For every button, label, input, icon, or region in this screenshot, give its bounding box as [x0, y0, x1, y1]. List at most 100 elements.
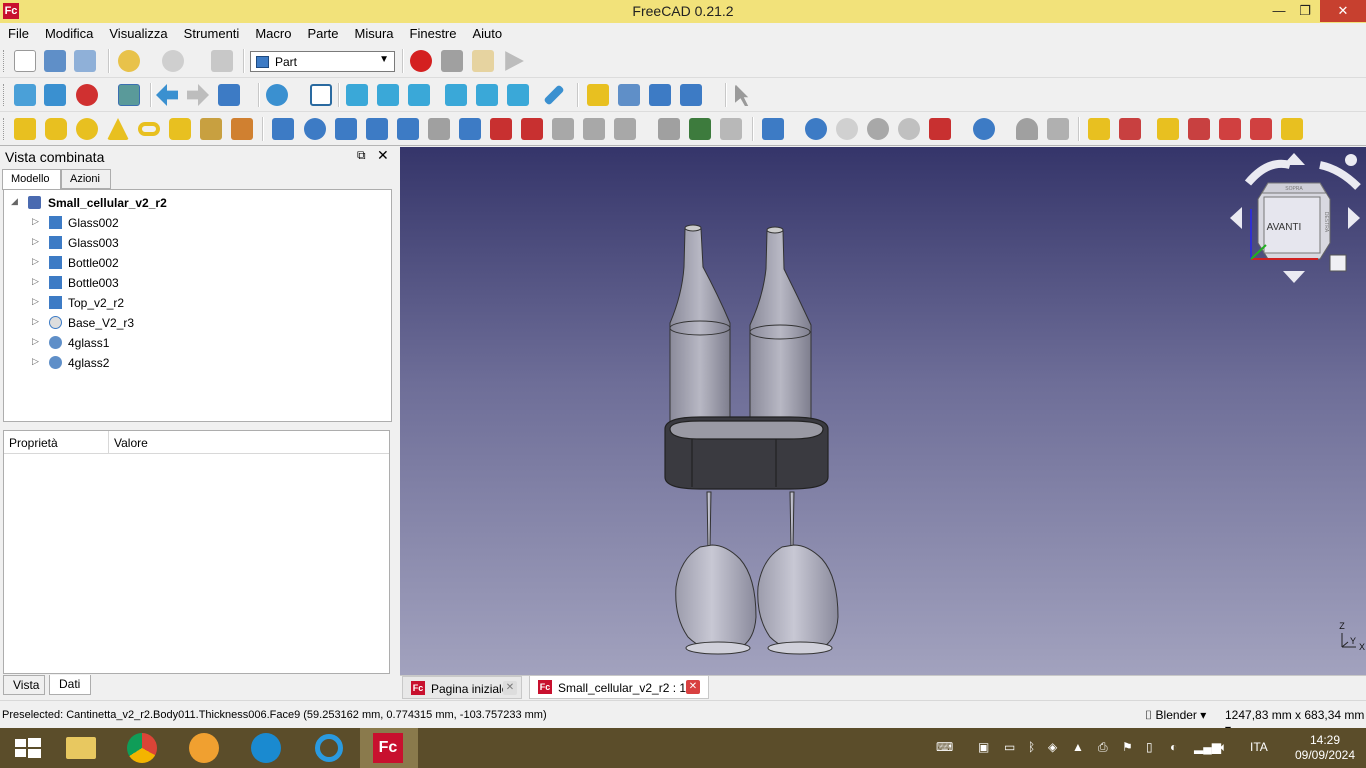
menu-strumenti[interactable]: Strumenti: [176, 23, 248, 44]
keyboard-icon[interactable]: ⌨: [936, 740, 953, 754]
edit-macro-icon[interactable]: [472, 50, 494, 72]
network-icon[interactable]: ▂▄▆: [1194, 740, 1221, 754]
loft-icon[interactable]: [490, 118, 512, 140]
property-column-header[interactable]: Proprietà: [9, 436, 58, 450]
projection-icon[interactable]: [689, 118, 711, 140]
boolean-icon[interactable]: [805, 118, 827, 140]
menu-macro[interactable]: Macro: [247, 23, 299, 44]
display-icon[interactable]: ▭: [1004, 740, 1015, 754]
run-macro-icon[interactable]: [505, 51, 524, 71]
join-features-icon[interactable]: [929, 118, 951, 140]
close-tab-icon[interactable]: ✕: [503, 681, 517, 695]
fit-all-icon[interactable]: [14, 84, 36, 106]
defeaturing-icon[interactable]: [1047, 118, 1069, 140]
splitting-tools-icon[interactable]: [973, 118, 995, 140]
toggle-delta-icon[interactable]: [1281, 118, 1303, 140]
maximize-button[interactable]: ❐: [1290, 0, 1320, 22]
clock[interactable]: 14:29 09/09/2024: [1290, 733, 1360, 763]
toolbar-grip[interactable]: [3, 50, 6, 72]
file-explorer-button[interactable]: [52, 728, 110, 768]
cut-icon[interactable]: [836, 118, 858, 140]
navigation-style-selector[interactable]: ⌷ Blender ▾: [1145, 708, 1206, 723]
chrome-button[interactable]: [114, 728, 172, 768]
chamfer-icon[interactable]: [397, 118, 419, 140]
flag-icon[interactable]: ⚑: [1122, 740, 1133, 754]
right-view-icon[interactable]: [408, 84, 430, 106]
compound-tools-icon[interactable]: [762, 118, 784, 140]
warning-icon[interactable]: ▲: [1072, 740, 1084, 754]
menu-modifica[interactable]: Modifica: [37, 23, 101, 44]
expand-arrow-icon[interactable]: ▷: [32, 236, 39, 247]
rear-view-icon[interactable]: [445, 84, 467, 106]
glass-left[interactable]: [675, 491, 757, 655]
toolbar-grip[interactable]: [3, 118, 6, 140]
sphere-icon[interactable]: [76, 118, 98, 140]
shape-builder-icon[interactable]: [231, 118, 253, 140]
common-icon[interactable]: [898, 118, 920, 140]
create-group-icon[interactable]: [618, 84, 640, 106]
tab-modello[interactable]: Modello: [2, 169, 61, 190]
menu-parte[interactable]: Parte: [299, 23, 346, 44]
volume-icon[interactable]: 🔈︎: [1220, 740, 1227, 755]
tree-item[interactable]: ▷ Glass002: [4, 213, 391, 233]
expand-arrow-icon[interactable]: ▷: [32, 296, 39, 307]
navigation-cube[interactable]: [1230, 153, 1361, 283]
measure-linear-icon[interactable]: [1088, 118, 1110, 140]
bottle-right[interactable]: [749, 226, 812, 423]
expand-arrow-icon[interactable]: ▷: [32, 216, 39, 227]
toggle-all-icon[interactable]: [1219, 118, 1241, 140]
undo-icon[interactable]: [118, 50, 140, 72]
workbench-selector[interactable]: Part ▼: [250, 51, 395, 72]
app-button[interactable]: [176, 728, 234, 768]
tree-item[interactable]: ▷ Glass003: [4, 233, 391, 253]
bounding-box-icon[interactable]: [118, 84, 140, 106]
expand-arrow-icon[interactable]: ▷: [32, 276, 39, 287]
tab-dati[interactable]: Dati: [49, 675, 91, 695]
left-view-icon[interactable]: [507, 84, 529, 106]
close-panel-icon[interactable]: ✕: [377, 147, 389, 164]
section-icon[interactable]: [552, 118, 574, 140]
tab-small-cellular[interactable]: Fc Small_cellular_v2_r2 : 1* ✕: [529, 676, 709, 699]
measure-angular-icon[interactable]: [1119, 118, 1141, 140]
refresh-icon[interactable]: [211, 50, 233, 72]
revolve-icon[interactable]: [304, 118, 326, 140]
holder[interactable]: [664, 416, 829, 490]
torus-icon[interactable]: [138, 122, 160, 136]
fuse-icon[interactable]: [867, 118, 889, 140]
tray-status-icon[interactable]: ◐: [1170, 740, 1177, 754]
new-document-icon[interactable]: [14, 50, 36, 72]
internet-explorer-button[interactable]: [300, 728, 358, 768]
colors-per-face-icon[interactable]: [720, 118, 742, 140]
expand-arrow-icon[interactable]: ▷: [32, 336, 39, 347]
primitives-icon[interactable]: [200, 118, 222, 140]
nvidia-icon[interactable]: ▣: [978, 740, 989, 754]
whats-this-icon[interactable]: [735, 84, 749, 106]
draw-style-icon[interactable]: [76, 84, 98, 106]
back-arrow-icon[interactable]: [156, 84, 178, 106]
expand-arrow-icon[interactable]: ▷: [32, 256, 39, 267]
bottle-left[interactable]: [669, 224, 731, 423]
tree-item[interactable]: ▷ 4glass1: [4, 333, 391, 353]
tree-item[interactable]: ▷ Base_V2_r3: [4, 313, 391, 333]
float-panel-icon[interactable]: ⧉: [357, 148, 366, 163]
sweep-icon[interactable]: [521, 118, 543, 140]
stop-macro-icon[interactable]: [441, 50, 463, 72]
freecad-taskbar-button[interactable]: Fc: [360, 728, 418, 768]
link-icon[interactable]: [649, 84, 671, 106]
battery-icon[interactable]: ▯: [1146, 740, 1153, 754]
toolbar-grip[interactable]: [3, 84, 6, 106]
glass-right[interactable]: [757, 491, 839, 655]
cube-icon[interactable]: [14, 118, 36, 140]
tab-vista[interactable]: Vista: [3, 675, 45, 695]
menu-aiuto[interactable]: Aiuto: [465, 23, 511, 44]
3d-view[interactable]: AVANTI SOPRA DESTRA Z Y X: [400, 147, 1366, 675]
mirror-icon[interactable]: [335, 118, 357, 140]
check-geometry-icon[interactable]: [1016, 118, 1038, 140]
isometric-view-icon[interactable]: [310, 84, 332, 106]
tab-pagina-iniziale[interactable]: Fc Pagina iniziale ✕: [402, 676, 522, 699]
bluetooth-icon[interactable]: ᛒ: [1028, 740, 1035, 754]
extrude-icon[interactable]: [272, 118, 294, 140]
fillet-icon[interactable]: [366, 118, 388, 140]
front-view-icon[interactable]: [346, 84, 368, 106]
zoom-icon[interactable]: [266, 84, 288, 106]
